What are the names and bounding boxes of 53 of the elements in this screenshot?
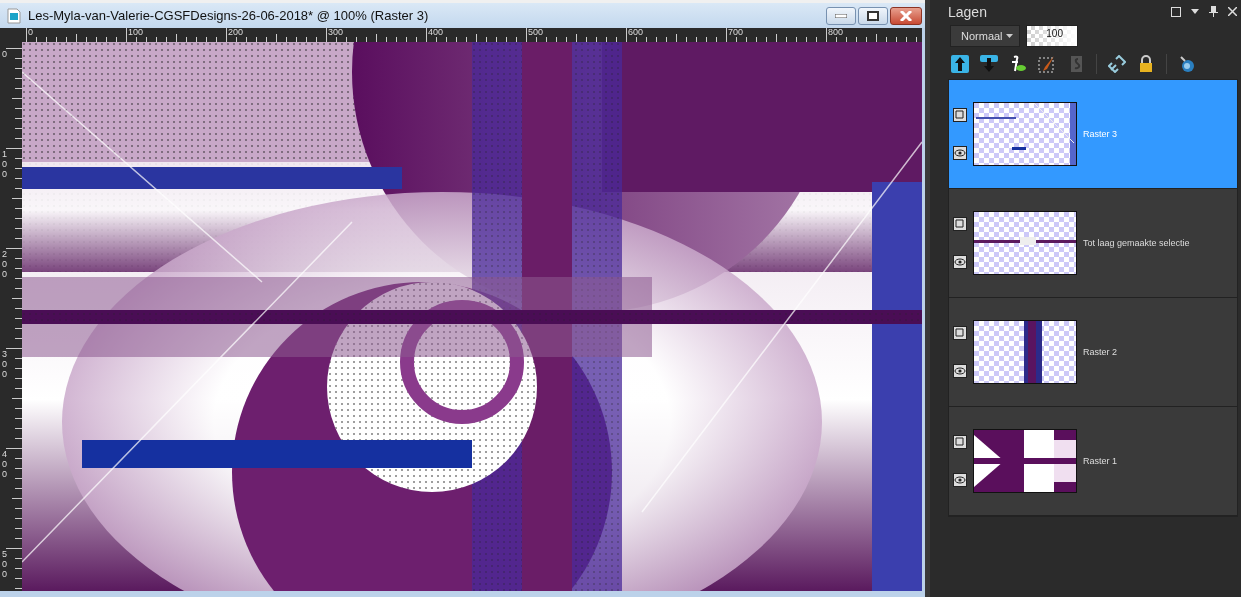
layer-group-icon[interactable] — [953, 108, 967, 122]
ruler-label: 400 — [428, 28, 444, 37]
ruler-label: 500 — [2, 550, 8, 580]
eye-icon[interactable] — [953, 255, 967, 269]
pin-icon[interactable] — [1209, 6, 1218, 18]
ruler-label: 700 — [728, 28, 744, 37]
maximize-icon[interactable] — [1171, 6, 1181, 17]
document-icon — [6, 7, 22, 24]
layer-row[interactable]: Raster 1 — [949, 407, 1237, 516]
ruler-label: 400 — [2, 450, 8, 480]
minimize-icon — [835, 13, 847, 18]
ruler-label: 200 — [2, 250, 8, 280]
caret-icon — [1006, 33, 1013, 38]
layer-row[interactable]: Raster 2 — [949, 298, 1237, 407]
opacity-value: 100 — [1046, 27, 1063, 39]
layer-group-icon[interactable] — [953, 435, 967, 449]
arrow-up-icon[interactable] — [951, 55, 969, 74]
ruler-label: 800 — [828, 28, 844, 37]
layer-name: Raster 3 — [1083, 129, 1117, 139]
blend-mode-dropdown[interactable]: Normaal — [950, 24, 1020, 47]
ruler-label: 500 — [528, 28, 544, 37]
layer-name: Raster 2 — [1083, 347, 1117, 357]
eye-icon[interactable] — [953, 146, 967, 160]
ruler-label: 0 — [2, 50, 8, 60]
restore-button[interactable] — [858, 6, 888, 25]
eye-icon[interactable] — [953, 364, 967, 378]
close-icon[interactable] — [1228, 7, 1237, 17]
ruler-label: 200 — [228, 28, 244, 37]
layer-name: Tot laag gemaakte selectie — [1083, 238, 1190, 248]
brush-icon[interactable] — [1038, 55, 1056, 74]
dropdown-arrow-icon[interactable] — [1191, 9, 1199, 15]
window-title: Les-Myla-van-Valerie-CGSFDesigns-26-06-2018* @ 100% (Raster 3) — [28, 8, 430, 23]
layer-name: Raster 1 — [1083, 456, 1117, 466]
opacity-field[interactable]: 100 — [1026, 24, 1078, 47]
ruler-label: 100 — [2, 150, 8, 180]
effects-icon[interactable] — [1009, 55, 1027, 74]
ruler-label: 0 — [28, 28, 33, 37]
eye-icon[interactable] — [953, 473, 967, 487]
ruler-label: 300 — [2, 350, 8, 380]
droplet-icon[interactable] — [1178, 55, 1196, 74]
close-icon — [900, 10, 912, 21]
close-button[interactable] — [890, 6, 922, 25]
layer-row[interactable]: Tot laag gemaakte selectie — [949, 189, 1237, 298]
arrow-down-icon[interactable] — [980, 55, 998, 74]
panel-title: Lagen — [948, 3, 987, 20]
ruler-label: 300 — [328, 28, 344, 37]
lock-icon[interactable] — [1137, 55, 1155, 74]
ruler-label: 600 — [628, 28, 644, 37]
link-icon[interactable] — [1108, 55, 1126, 74]
ruler-label: 100 — [128, 28, 144, 37]
layer-group-icon[interactable] — [953, 326, 967, 340]
restore-icon — [867, 10, 879, 21]
layer-group-icon[interactable] — [953, 217, 967, 231]
